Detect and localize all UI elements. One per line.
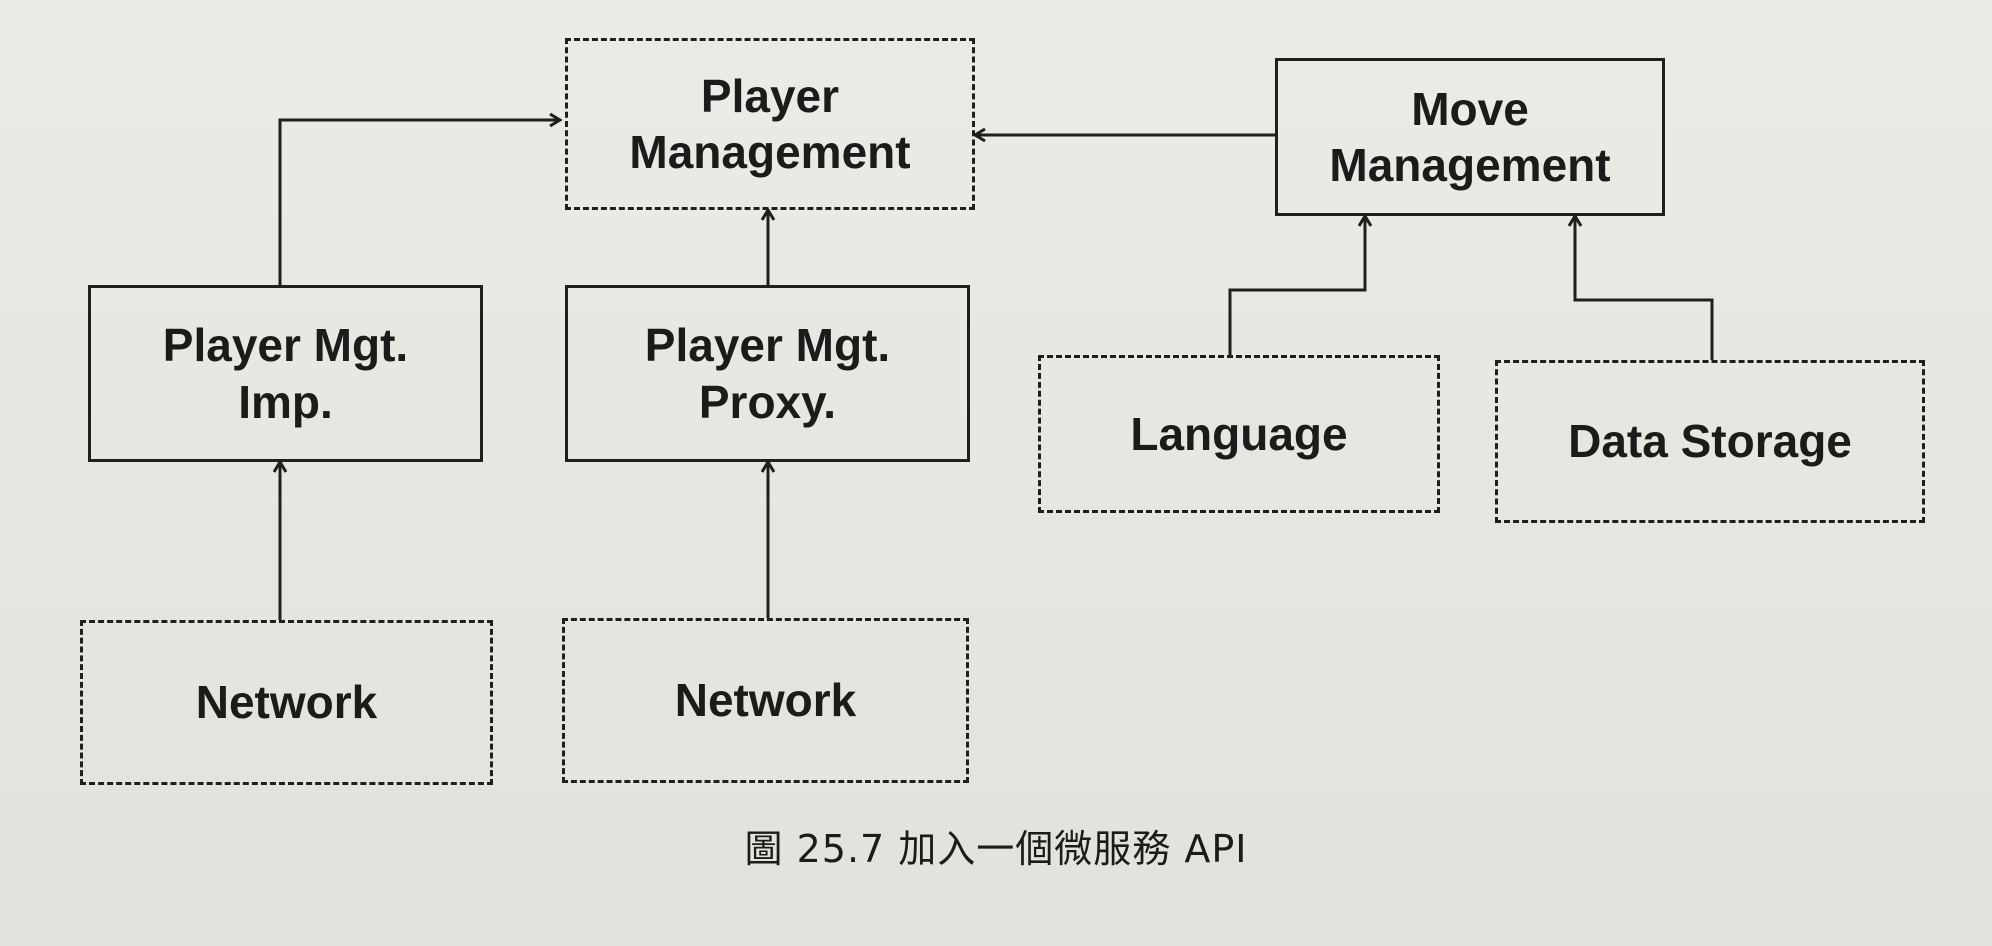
data-storage-node: Data Storage <box>1495 360 1925 523</box>
figure-caption: 圖 25.7 加入一個微服務 API <box>744 827 1248 871</box>
player-mgt-proxy-label: Player Mgt. Proxy. <box>644 319 891 428</box>
language-label: Language <box>1130 407 1348 460</box>
player-mgt-imp-node: Player Mgt. Imp. <box>88 285 483 462</box>
move-management-label: Move Management <box>1329 82 1611 191</box>
language-node: Language <box>1038 355 1440 513</box>
network-right-node: Network <box>562 618 969 783</box>
player-management-node: Player Management <box>565 38 975 210</box>
network-left-label: Network <box>195 676 378 729</box>
arrow-language-to-move-management <box>1228 216 1365 355</box>
arrow-imp-to-player-management <box>278 120 560 285</box>
data-storage-label: Data Storage <box>1568 415 1852 468</box>
player-management-label: Player Management <box>629 69 911 178</box>
player-mgt-imp-label: Player Mgt. Imp. <box>162 319 409 428</box>
diagram-page: Player Management Move Management Player… <box>0 0 1992 946</box>
network-left-node: Network <box>80 620 493 785</box>
player-mgt-proxy-node: Player Mgt. Proxy. <box>565 285 970 462</box>
network-right-label: Network <box>674 674 857 727</box>
move-management-node: Move Management <box>1275 58 1665 216</box>
arrow-data-storage-to-move-management <box>1575 216 1714 360</box>
